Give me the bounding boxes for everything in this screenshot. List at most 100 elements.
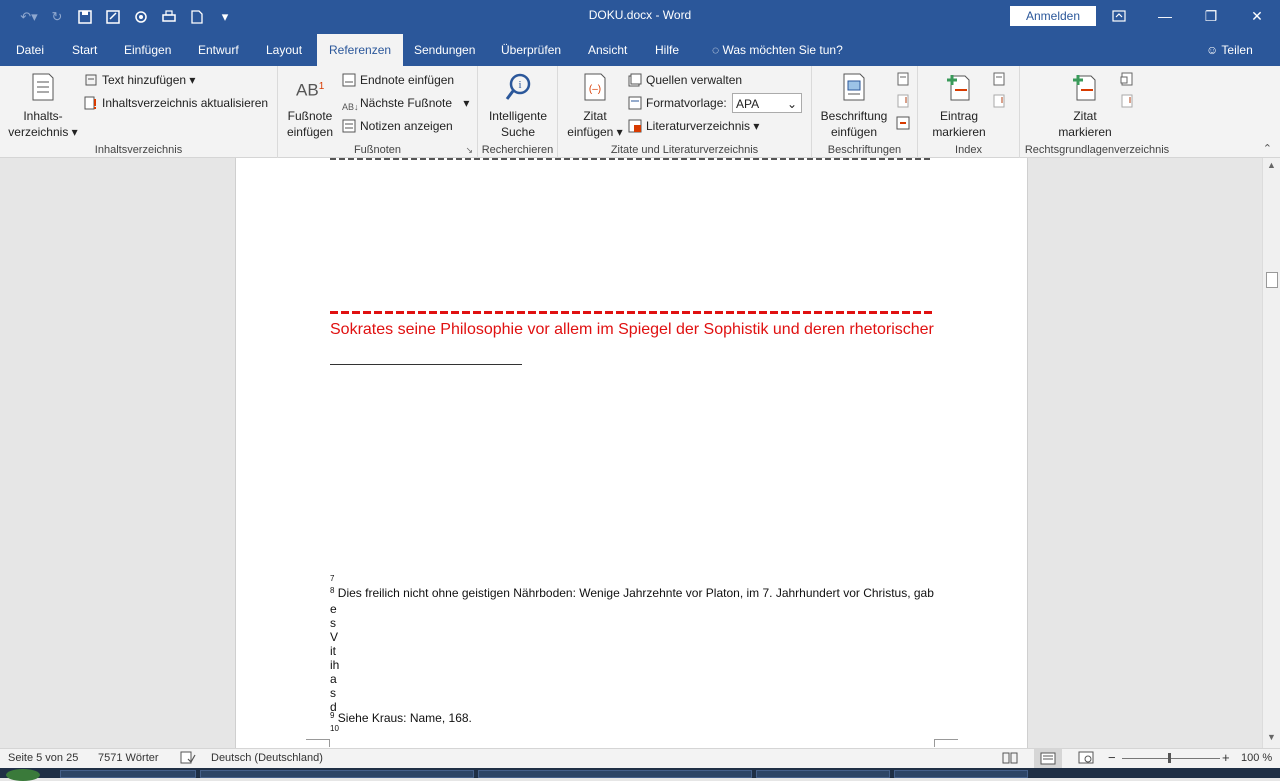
insert-caption-icon — [843, 73, 865, 101]
next-footnote-icon: AB↓ — [342, 102, 359, 112]
web-layout-icon[interactable] — [1078, 751, 1094, 767]
smart-lookup-label-2: Suche — [500, 125, 536, 139]
tab-referenzen[interactable]: Referenzen — [317, 34, 404, 66]
share-button[interactable]: ☺ Teilen — [1194, 34, 1265, 66]
taskbar-item[interactable] — [200, 770, 474, 778]
signin-button[interactable]: Anmelden — [1010, 6, 1096, 26]
mark-entry-label-2: markieren — [932, 125, 986, 139]
redo-icon[interactable]: ↻ — [46, 7, 68, 27]
group-label-research: Recherchieren — [481, 144, 554, 156]
tab-einfuegen[interactable]: Einfügen — [112, 34, 183, 66]
close-icon[interactable]: ✕ — [1234, 0, 1280, 32]
citation-style-icon — [628, 96, 642, 110]
ribbon-tabs: Datei Start Einfügen Entwurf Layout Refe… — [0, 34, 1280, 66]
taskbar — [0, 768, 1280, 781]
insert-citation-button[interactable]: (–) Zitat einfügen ▾ — [564, 72, 626, 140]
footnote-8: 8 Dies freilich nicht ohne geistigen Näh… — [330, 586, 934, 600]
scrollbar-thumb[interactable] — [1266, 272, 1278, 288]
update-toc-button[interactable]: Inhaltsverzeichnis aktualisieren — [84, 93, 268, 113]
footnote-8-letter: e — [330, 602, 337, 616]
tab-start[interactable]: Start — [60, 34, 109, 66]
scroll-up-icon[interactable]: ▲ — [1267, 160, 1276, 170]
smart-lookup-button[interactable]: i Intelligente Suche — [482, 72, 554, 140]
taskbar-item[interactable] — [894, 770, 1028, 778]
print-layout-icon[interactable] — [1034, 749, 1062, 768]
scroll-down-icon[interactable]: ▼ — [1267, 732, 1276, 742]
touch-mode-icon[interactable] — [130, 7, 152, 27]
tab-datei[interactable]: Datei — [4, 34, 56, 66]
update-table-of-figures-icon[interactable] — [896, 94, 910, 111]
word-count[interactable]: 7571 Wörter — [98, 752, 159, 764]
ribbon-display-options-icon[interactable] — [1096, 0, 1142, 32]
zoom-level[interactable]: 100 % — [1241, 752, 1272, 764]
update-table-of-authorities-icon[interactable] — [1120, 94, 1134, 111]
citation-style-label: Formatvorlage: — [646, 96, 727, 110]
next-footnote-button[interactable]: AB↓Nächste Fußnote ▾ — [342, 93, 469, 113]
insert-index-icon[interactable] — [992, 72, 1006, 89]
ribbon: Inhalts- verzeichnis ▾ Text hinzufügen ▾… — [0, 66, 1280, 158]
minimize-icon[interactable]: — — [1142, 0, 1188, 32]
language-status[interactable]: Deutsch (Deutschland) — [211, 752, 323, 764]
clipped-text-line-top — [330, 158, 930, 161]
taskbar-item[interactable] — [756, 770, 890, 778]
customize-icon[interactable]: ▾ — [214, 7, 236, 27]
bibliography-button[interactable]: Literaturverzeichnis ▾ — [628, 116, 759, 136]
taskbar-item[interactable] — [478, 770, 752, 778]
cross-reference-icon[interactable] — [896, 116, 910, 133]
save-as-icon[interactable] — [102, 7, 124, 27]
tab-ueberpruefen[interactable]: Überprüfen — [489, 34, 573, 66]
insert-endnote-button[interactable]: Endnote einfügen — [342, 70, 454, 90]
read-mode-icon[interactable] — [1002, 751, 1018, 767]
tab-sendungen[interactable]: Sendungen — [402, 34, 487, 66]
toc-button[interactable]: Inhalts- verzeichnis ▾ — [8, 72, 78, 140]
zoom-in-icon[interactable]: + — [1222, 750, 1230, 765]
document-page[interactable]: Sokrates seine Philosophie vor allem im … — [235, 158, 1028, 748]
status-bar: Seite 5 von 25 7571 Wörter Deutsch (Deut… — [0, 748, 1280, 768]
bibliography-icon — [628, 119, 642, 133]
insert-footnote-button[interactable]: AB1 Fußnote einfügen — [284, 72, 336, 140]
mark-entry-icon — [947, 75, 970, 101]
taskbar-item[interactable] — [60, 770, 196, 778]
update-index-icon[interactable] — [992, 94, 1006, 111]
footnote-icon: AB1 — [296, 80, 325, 100]
undo-icon[interactable]: ↶▾ — [18, 7, 40, 27]
mark-citation-icon — [1073, 75, 1096, 101]
page-count[interactable]: Seite 5 von 25 — [8, 752, 78, 764]
page-corner-mark-left — [306, 739, 330, 747]
zoom-slider-track[interactable] — [1122, 758, 1220, 759]
new-document-icon[interactable] — [186, 7, 208, 27]
citation-style-select[interactable]: APA ⌄ — [732, 93, 803, 113]
proofing-icon[interactable] — [180, 751, 196, 767]
vertical-scrollbar[interactable]: ▲ ▼ — [1262, 158, 1280, 748]
insert-citation-label-1: Zitat — [583, 109, 607, 123]
mark-entry-button[interactable]: Eintrag markieren — [924, 72, 994, 140]
manage-sources-button[interactable]: Quellen verwalten — [628, 70, 742, 90]
insert-table-of-figures-icon[interactable] — [896, 72, 910, 89]
toc-label-1: Inhalts- — [23, 109, 63, 123]
tell-me-search[interactable]: ◌ Was möchten Sie tun? — [700, 34, 855, 66]
mark-citation-button[interactable]: Zitat markieren — [1050, 72, 1120, 140]
collapse-ribbon-icon[interactable]: ⌃ — [1263, 142, 1272, 155]
mark-citation-label-1: Zitat — [1073, 109, 1097, 123]
add-text-button[interactable]: Text hinzufügen ▾ — [84, 70, 195, 90]
show-notes-button[interactable]: Notizen anzeigen — [342, 116, 453, 136]
page-corner-mark-right — [934, 739, 958, 747]
print-icon[interactable] — [158, 7, 180, 27]
zoom-out-icon[interactable]: − — [1108, 750, 1116, 765]
start-icon[interactable] — [6, 769, 40, 781]
insert-caption-button[interactable]: Beschriftung einfügen — [818, 72, 890, 140]
restore-icon[interactable]: ❐ — [1188, 0, 1234, 32]
group-authorities: Zitat markieren Rechtsgrundlagenverzeich… — [1020, 66, 1174, 158]
footnotes-dialog-launcher-icon[interactable]: ↘ — [465, 145, 473, 156]
show-notes-icon — [342, 119, 356, 133]
tab-hilfe[interactable]: Hilfe — [643, 34, 691, 66]
tab-layout[interactable]: Layout — [254, 34, 314, 66]
footnote-separator — [330, 364, 522, 365]
tab-ansicht[interactable]: Ansicht — [576, 34, 639, 66]
mark-citation-label-2: markieren — [1058, 125, 1112, 139]
insert-caption-label-1: Beschriftung — [820, 109, 888, 123]
save-icon[interactable] — [74, 7, 96, 27]
tab-entwurf[interactable]: Entwurf — [186, 34, 251, 66]
insert-table-of-authorities-icon[interactable] — [1120, 72, 1134, 89]
zoom-slider-thumb[interactable] — [1168, 753, 1171, 763]
